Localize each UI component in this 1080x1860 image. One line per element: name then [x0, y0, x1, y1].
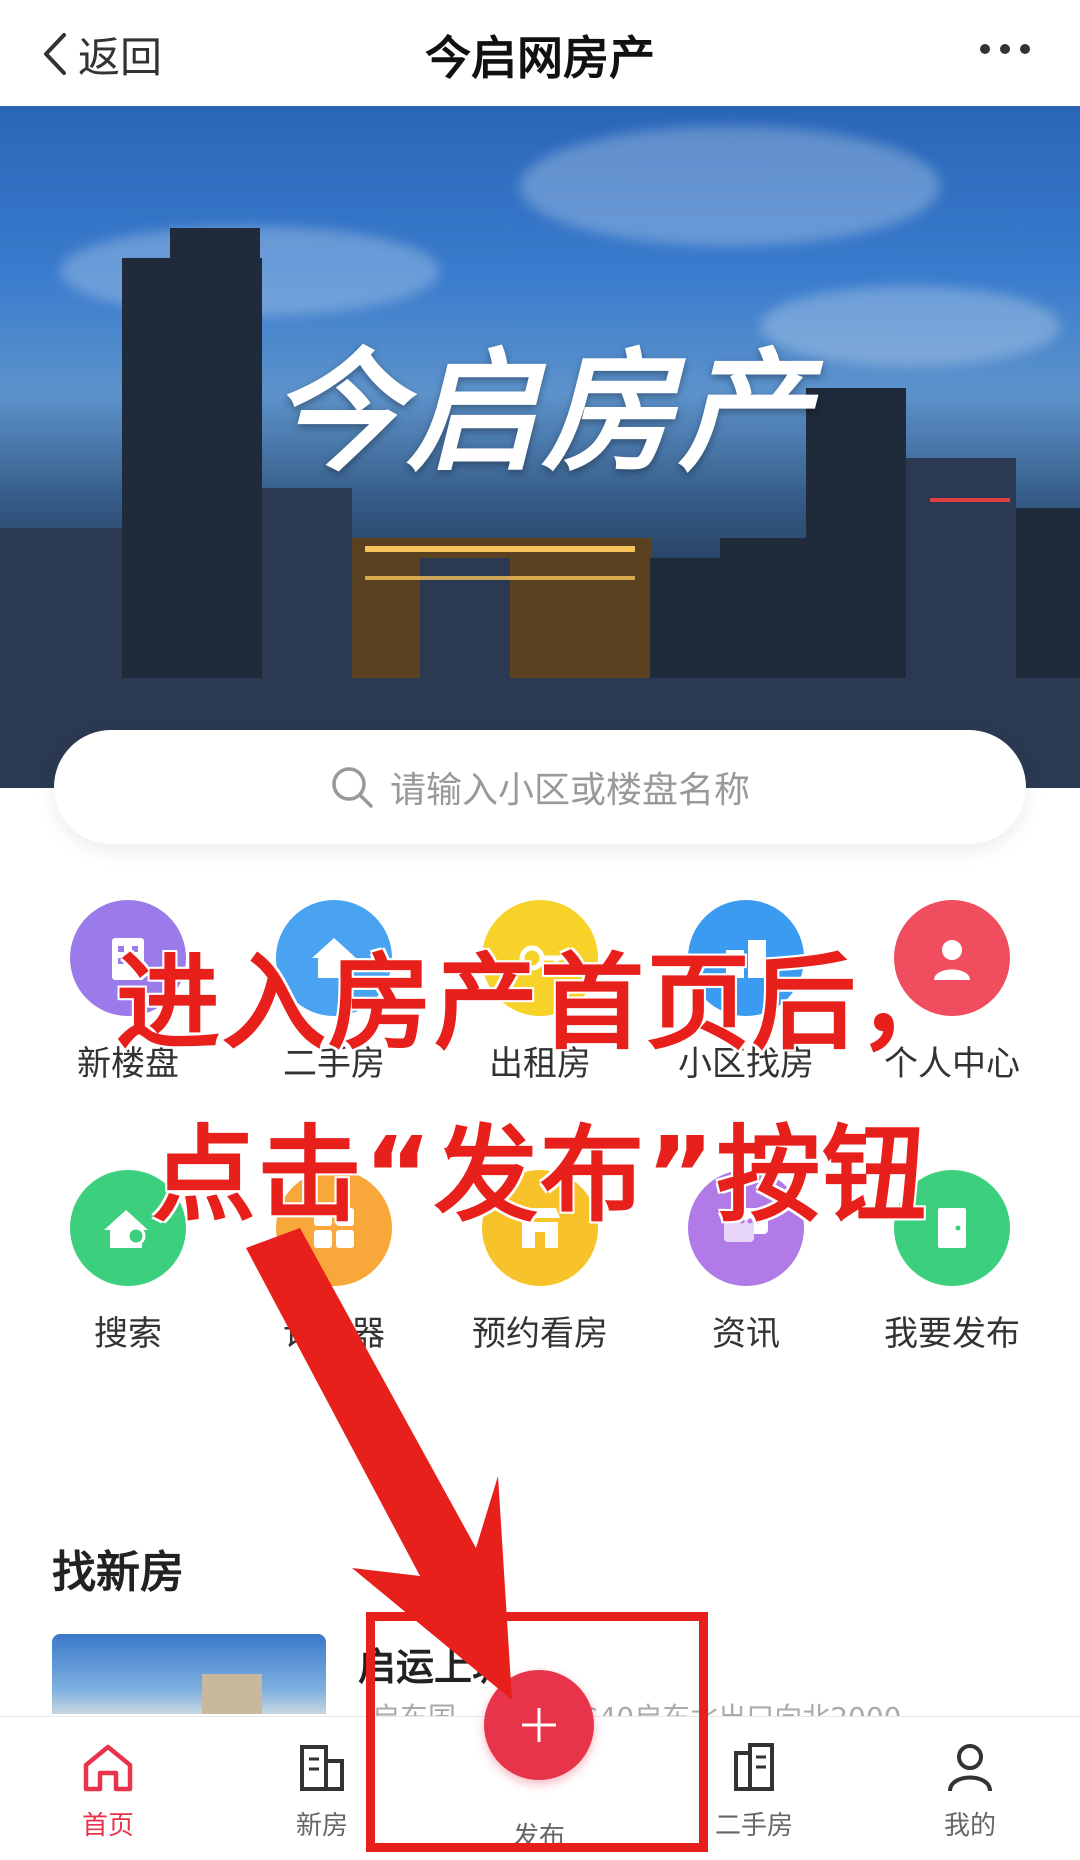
section-title: 找新房	[52, 1547, 184, 1598]
page-title: 今启网房产	[425, 31, 655, 85]
search-icon	[332, 767, 373, 808]
grid-item-label: 资讯	[712, 1314, 780, 1354]
more-menu-icon[interactable]	[980, 34, 1030, 64]
tab-mine[interactable]: 我的	[900, 1739, 1040, 1842]
grid-item-label: 我要发布	[884, 1314, 1020, 1354]
tab-home[interactable]: 首页	[38, 1739, 178, 1842]
search-placeholder: 请输入小区或楼盘名称	[389, 770, 750, 811]
grid-item-label: 搜索	[94, 1314, 162, 1354]
tab-label: 首页	[81, 1811, 134, 1841]
house-thumbnail[interactable]	[52, 1634, 326, 1714]
grid-item-label: 预约看房	[472, 1314, 608, 1354]
hero-banner[interactable]: 今启房产	[0, 106, 1080, 788]
building-icon	[300, 1745, 344, 1791]
user-icon	[948, 1744, 992, 1792]
grid-item-label: 计算器	[283, 1314, 385, 1354]
banner-logo: 今启房产	[270, 336, 814, 490]
building-icon	[734, 1743, 774, 1791]
annotation-line-2: 点击“发布”按钮	[151, 1114, 929, 1236]
annotation-line-1: 进入房产首页后，	[115, 942, 964, 1064]
search-input[interactable]: 请输入小区或楼盘名称	[54, 730, 1026, 844]
home-icon	[83, 1744, 133, 1792]
tab-label: 我的	[943, 1811, 996, 1841]
annotation-highlight-box	[366, 1612, 708, 1852]
top-nav-bar: 返回 今启网房产	[0, 0, 1080, 106]
